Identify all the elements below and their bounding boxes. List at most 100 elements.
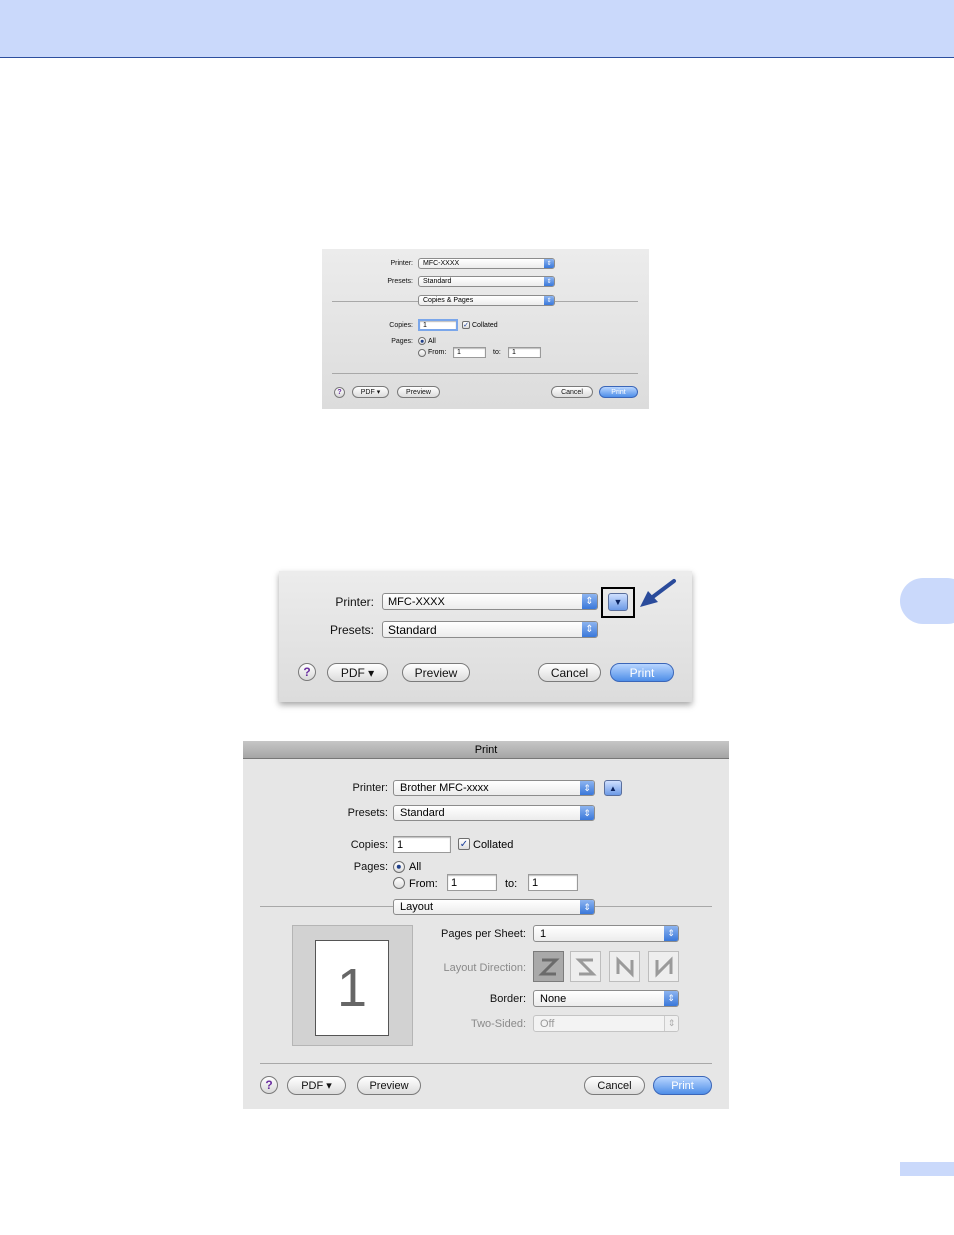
panel-value: Layout [400, 901, 434, 913]
collated-label: Collated [472, 322, 498, 329]
dialog-title: Print [474, 743, 498, 756]
print-button[interactable]: Print [610, 663, 674, 682]
two-sided-label: Two-Sided: [470, 1018, 526, 1030]
print-button[interactable]: Print [653, 1076, 712, 1095]
cancel-button[interactable]: Cancel [584, 1076, 645, 1095]
copies-field[interactable]: 1 [418, 319, 458, 331]
pages-from-radio[interactable] [393, 877, 405, 889]
disclosure-button[interactable]: ▲ [604, 780, 622, 796]
two-sided-popup[interactable]: Off ⇕ [533, 1015, 679, 1032]
copies-label: Copies: [389, 322, 413, 329]
triangle-up-icon: ▲ [609, 783, 617, 793]
presets-popup[interactable]: Standard ⇕ [418, 276, 555, 287]
panel-value: Copies & Pages [423, 297, 474, 304]
popup-arrows-icon: ⇕ [582, 594, 597, 609]
z-order-icon [537, 958, 560, 975]
disclosure-button[interactable]: ▼ [608, 593, 628, 611]
pdf-button[interactable]: PDF ▾ [327, 663, 388, 682]
n-reverse-order-icon [616, 955, 633, 978]
pages-from-radio[interactable] [418, 349, 426, 357]
layout-direction-n-button[interactable] [648, 951, 679, 982]
to-label: to: [505, 878, 518, 890]
popup-arrows-icon: ⇕ [580, 900, 594, 914]
print-button[interactable]: Print [599, 386, 638, 398]
cancel-button[interactable]: Cancel [538, 663, 601, 682]
border-value: None [540, 992, 567, 1005]
from-field[interactable]: 1 [447, 874, 497, 891]
pages-per-sheet-popup[interactable]: 1 ⇕ [533, 925, 679, 942]
layout-direction-n-reverse-button[interactable] [609, 951, 640, 982]
two-sided-value: Off [540, 1017, 555, 1030]
layout-direction-z-button[interactable] [533, 951, 564, 982]
printer-label: Printer: [335, 595, 374, 609]
pages-all-radio[interactable] [418, 337, 426, 345]
layout-preview-pane: 1 [292, 925, 413, 1046]
border-label: Border: [489, 993, 526, 1005]
to-field[interactable]: 1 [508, 347, 541, 358]
separator [260, 1063, 712, 1064]
cancel-button[interactable]: Cancel [551, 386, 593, 398]
help-button[interactable]: ? [298, 663, 316, 681]
printer-value: Brother MFC-xxxx [400, 782, 489, 794]
presets-label: Presets: [329, 623, 374, 637]
preview-button[interactable]: Preview [402, 663, 470, 682]
layout-direction-label: Layout Direction: [443, 962, 526, 974]
from-label: From: [428, 349, 447, 356]
print-dialog-copies-pages: Printer: MFC-XXXX ⇕ Presets: Standard ⇕ … [322, 249, 649, 409]
printer-label: Printer: [390, 260, 413, 267]
pages-all-label: All [428, 338, 436, 345]
border-popup[interactable]: None ⇕ [533, 990, 679, 1007]
from-label: From: [409, 878, 438, 890]
s-order-icon [574, 958, 597, 975]
presets-popup[interactable]: Standard ⇕ [393, 805, 595, 821]
printer-value: MFC-XXXX [423, 260, 460, 267]
panel-popup[interactable]: Copies & Pages ⇕ [418, 295, 555, 306]
preview-page: 1 [315, 940, 389, 1036]
collated-label: Collated [473, 839, 514, 851]
collated-checkbox[interactable]: ✓ [458, 838, 470, 850]
printer-popup[interactable]: MFC-XXXX ⇕ [382, 593, 598, 610]
callout-arrow-icon [640, 579, 676, 607]
help-button[interactable]: ? [260, 1076, 278, 1094]
pdf-button[interactable]: PDF ▾ [352, 386, 389, 398]
from-field[interactable]: 1 [453, 347, 486, 358]
popup-arrows-icon: ⇕ [580, 806, 594, 820]
popup-arrows-icon: ⇕ [544, 277, 554, 286]
n-order-icon [655, 955, 672, 978]
pages-all-label: All [409, 861, 422, 873]
print-dialog-layout: Print Printer: Brother MFC-xxxx ⇕ ▲ Pres… [243, 741, 729, 1109]
presets-value: Standard [388, 622, 437, 637]
printer-popup[interactable]: MFC-XXXX ⇕ [418, 258, 555, 269]
popup-arrows-icon: ⇕ [544, 296, 554, 305]
print-dialog-collapsed: Printer: MFC-XXXX ⇕ ▼ Presets: Standard … [279, 571, 692, 702]
collated-checkbox[interactable]: ✓ [462, 321, 470, 329]
pdf-button[interactable]: PDF ▾ [287, 1076, 346, 1095]
preview-button[interactable]: Preview [357, 1076, 421, 1095]
panel-popup[interactable]: Layout ⇕ [393, 899, 595, 915]
popup-arrows-icon: ⇕ [544, 259, 554, 268]
presets-popup[interactable]: Standard ⇕ [382, 621, 598, 638]
pages-all-radio[interactable] [393, 861, 405, 873]
presets-value: Standard [400, 807, 445, 819]
to-label: to: [493, 349, 501, 356]
chapter-tab [900, 578, 954, 624]
popup-arrows-icon: ⇕ [664, 991, 678, 1006]
presets-label: Presets: [387, 278, 413, 285]
pages-per-sheet-label: Pages per Sheet: [440, 928, 526, 940]
printer-popup[interactable]: Brother MFC-xxxx ⇕ [393, 780, 595, 796]
pages-label: Pages: [353, 861, 388, 873]
layout-direction-s-button[interactable] [570, 951, 601, 982]
separator [332, 373, 638, 374]
help-button[interactable]: ? [334, 387, 345, 398]
to-field[interactable]: 1 [528, 874, 578, 891]
page-header-band [0, 0, 954, 58]
page-number-tab [900, 1162, 954, 1176]
title-bar: Print [243, 741, 729, 759]
pages-label: Pages: [391, 338, 413, 345]
preview-button[interactable]: Preview [397, 386, 440, 398]
popup-arrows-icon: ⇕ [580, 781, 594, 795]
copies-field[interactable]: 1 [393, 836, 451, 853]
popup-arrows-icon: ⇕ [664, 926, 678, 941]
printer-label: Printer: [352, 782, 388, 794]
copies-label: Copies: [350, 839, 388, 851]
